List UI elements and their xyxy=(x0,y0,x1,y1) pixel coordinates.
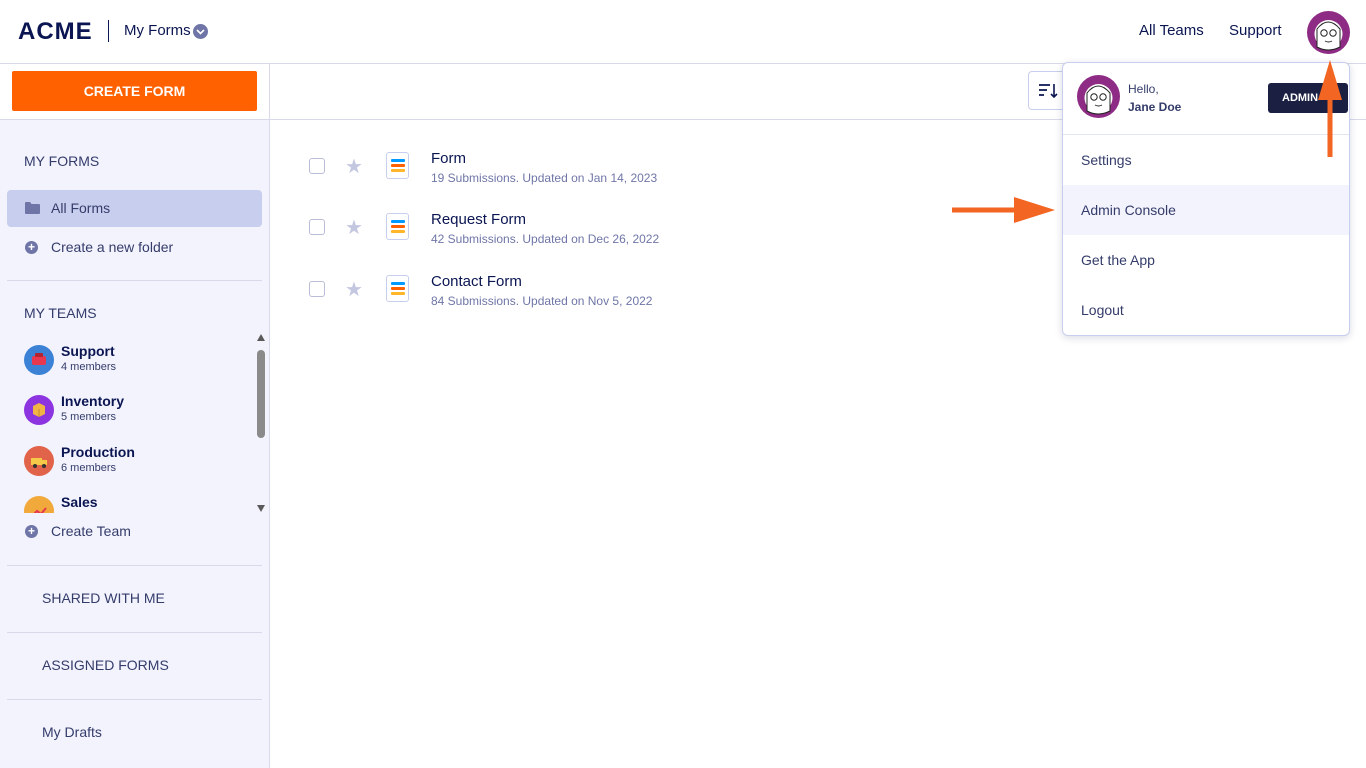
star-icon[interactable]: ★ xyxy=(345,215,363,240)
folder-icon xyxy=(25,202,40,214)
plus-icon: + xyxy=(25,525,38,538)
scrollbar-thumb[interactable] xyxy=(257,350,265,438)
nav-all-teams[interactable]: All Teams xyxy=(1139,22,1204,39)
form-title[interactable]: Form xyxy=(431,150,466,167)
menu-item-label: Get the App xyxy=(1081,252,1155,268)
team-members: 4 members xyxy=(61,361,117,373)
star-icon[interactable]: ★ xyxy=(345,277,363,302)
sort-icon xyxy=(1039,84,1058,99)
sidebar-divider xyxy=(7,280,262,281)
menu-item-label: Settings xyxy=(1081,152,1132,168)
star-icon[interactable]: ★ xyxy=(345,154,363,179)
plus-icon: + xyxy=(25,241,38,254)
scroll-up-icon[interactable] xyxy=(257,334,265,341)
production-team-icon xyxy=(24,446,54,476)
team-name: Sales xyxy=(61,494,98,510)
team-item-production[interactable]: Production 6 members xyxy=(24,442,244,482)
team-members: 6 members xyxy=(61,462,117,474)
menu-item-settings[interactable]: Settings xyxy=(1063,135,1349,185)
sidebar-divider xyxy=(7,565,262,566)
form-row[interactable]: ★ Contact Form 84 Submissions. Updated o… xyxy=(300,273,1000,323)
nav-support[interactable]: Support xyxy=(1229,22,1282,39)
form-title[interactable]: Request Form xyxy=(431,211,526,228)
scroll-down-icon[interactable] xyxy=(257,505,265,512)
form-icon xyxy=(386,152,409,179)
sidebar-item-label: Create a new folder xyxy=(51,239,174,255)
sidebar-divider xyxy=(7,699,262,700)
team-members: 5 members xyxy=(61,411,117,423)
form-row[interactable]: ★ Form 19 Submissions. Updated on Jan 14… xyxy=(300,150,1000,200)
team-name: Inventory xyxy=(61,393,125,409)
create-folder-button[interactable]: + Create a new folder xyxy=(7,229,262,266)
page-title[interactable]: My Forms xyxy=(124,22,191,39)
form-checkbox[interactable] xyxy=(309,281,325,297)
top-header: ACME My Forms All Teams Support xyxy=(0,0,1366,64)
sort-button[interactable] xyxy=(1028,71,1066,110)
team-item-sales[interactable]: Sales xyxy=(24,492,244,513)
team-item-inventory[interactable]: Inventory 5 members xyxy=(24,391,244,431)
greeting: Hello, xyxy=(1128,82,1159,96)
form-row[interactable]: ★ Request Form 42 Submissions. Updated o… xyxy=(300,211,1000,261)
menu-item-admin-console[interactable]: Admin Console xyxy=(1063,185,1349,235)
form-icon xyxy=(386,213,409,240)
sidebar-item-shared-with-me[interactable]: SHARED WITH ME xyxy=(42,590,165,606)
arrow-up-icon xyxy=(1318,60,1342,157)
team-name: Production xyxy=(61,444,135,460)
sidebar-divider xyxy=(7,632,262,633)
sidebar-item-assigned-forms[interactable]: ASSIGNED FORMS xyxy=(42,657,169,673)
my-teams-heading: MY TEAMS xyxy=(24,305,97,321)
my-forms-heading: MY FORMS xyxy=(24,153,100,169)
chevron-down-icon[interactable] xyxy=(193,24,208,39)
avatar[interactable] xyxy=(1307,11,1350,54)
team-list[interactable]: Support 4 members Inventory 5 members Pr… xyxy=(0,333,268,513)
sidebar-item-label: All Forms xyxy=(51,200,111,216)
user-name: Jane Doe xyxy=(1128,100,1182,114)
form-checkbox[interactable] xyxy=(309,158,325,174)
form-meta: 42 Submissions. Updated on Dec 26, 2022 xyxy=(431,232,660,246)
form-meta: 84 Submissions. Updated on Nov 5, 2022 xyxy=(431,294,653,308)
form-icon xyxy=(386,275,409,302)
create-team-button[interactable]: + Create Team xyxy=(7,513,262,550)
sidebar-item-all-forms[interactable]: All Forms xyxy=(7,190,262,227)
arrow-right-icon xyxy=(952,197,1055,223)
menu-item-get-the-app[interactable]: Get the App xyxy=(1063,235,1349,285)
form-meta: 19 Submissions. Updated on Jan 14, 2023 xyxy=(431,171,658,185)
avatar xyxy=(1077,75,1120,118)
inventory-team-icon xyxy=(24,395,54,425)
menu-item-label: Admin Console xyxy=(1081,202,1176,218)
sales-team-icon xyxy=(24,496,54,513)
team-name: Support xyxy=(61,343,115,359)
logo-divider xyxy=(108,20,109,42)
team-item-support[interactable]: Support 4 members xyxy=(24,341,244,381)
sidebar-item-label: Create Team xyxy=(51,523,131,539)
support-team-icon xyxy=(24,345,54,375)
menu-item-logout[interactable]: Logout xyxy=(1063,285,1349,335)
menu-item-label: Logout xyxy=(1081,302,1124,318)
account-dropdown: Hello, Jane Doe ADMIN Settings Admin Con… xyxy=(1062,62,1350,336)
form-title[interactable]: Contact Form xyxy=(431,273,522,290)
sidebar-item-my-drafts[interactable]: My Drafts xyxy=(42,724,102,740)
team-list-scrollbar[interactable] xyxy=(256,334,266,512)
acme-logo[interactable]: ACME xyxy=(18,18,93,46)
form-checkbox[interactable] xyxy=(309,219,325,235)
create-form-button[interactable]: CREATE FORM xyxy=(12,71,257,111)
